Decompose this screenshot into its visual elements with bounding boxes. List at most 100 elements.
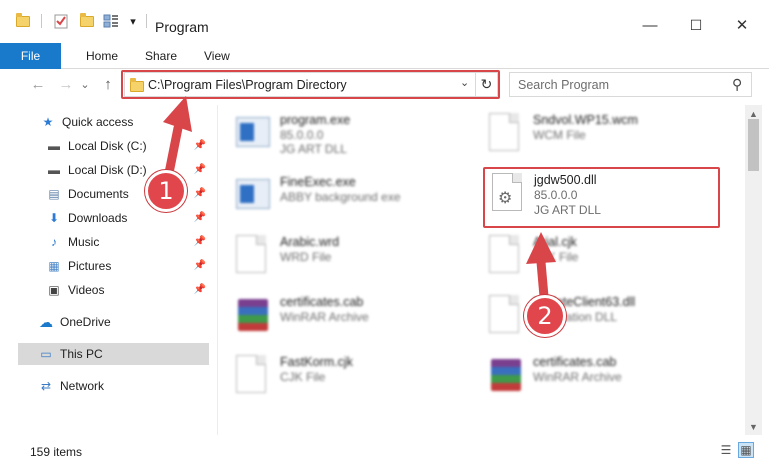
file-tile[interactable]: Arial.cjk CJK File — [471, 229, 711, 281]
item-count: 159 items — [30, 445, 83, 459]
forward-button[interactable]: → — [56, 73, 76, 95]
file-name: certificates.cab — [533, 355, 617, 369]
sidebar-item-label: Quick access — [62, 115, 134, 129]
sidebar-item-this-pc[interactable]: ▭ This PC — [18, 343, 209, 365]
file-tile[interactable]: Sndvol.WP15.wcm WCM File — [471, 107, 711, 159]
details-view-button[interactable]: ☰ — [718, 442, 734, 458]
sidebar-item-label: Documents — [68, 187, 129, 201]
sidebar-item-label: Videos — [68, 283, 105, 297]
search-box[interactable]: Search Program ⚲ — [509, 72, 752, 97]
pin-icon: 📌 — [193, 140, 206, 151]
up-button[interactable]: ↑ — [98, 73, 118, 95]
sidebar-item-label: Pictures — [68, 259, 112, 273]
cloud-icon: ☁ — [39, 313, 53, 330]
pin-icon: 📌 — [193, 284, 206, 295]
sidebar-item-network[interactable]: ⇄ Network — [0, 375, 210, 397]
sidebar-item-quick-access[interactable]: ★ Quick access — [0, 111, 210, 133]
close-button[interactable]: ✕ — [719, 10, 765, 40]
recent-locations-button[interactable]: ⌄ — [78, 73, 92, 95]
pin-icon: 📌 — [193, 212, 206, 223]
pin-icon: 📌 — [193, 188, 206, 199]
file-detail: WCM File — [533, 128, 586, 142]
title-bar: ▾ Program — ☐ ✕ — [0, 0, 769, 40]
file-tile[interactable]: FastKorm.cjk CJK File — [218, 349, 458, 401]
tab-home[interactable]: Home — [86, 49, 118, 63]
ribbon-tabs: File Home Share View — [0, 40, 769, 69]
minimize-button[interactable]: — — [627, 10, 673, 40]
customize-icon[interactable] — [101, 12, 121, 30]
file-detail: JG ART DLL — [280, 142, 347, 156]
file-detail: WinRAR Archive — [280, 310, 369, 324]
address-highlight-box — [121, 70, 500, 99]
maximize-button[interactable]: ☐ — [673, 10, 719, 40]
sidebar-item-local-disk-c[interactable]: ▬ Local Disk (C:) 📌 — [0, 135, 210, 157]
sidebar-item-label: OneDrive — [60, 315, 111, 329]
sidebar-item-label: This PC — [60, 347, 103, 361]
file-tile[interactable]: FineExec.exe ABBY background exe — [218, 169, 458, 221]
file-tile[interactable]: program.exe 85.0.0.0 JG ART DLL — [218, 107, 458, 159]
sidebar-item-label: Local Disk (D:) — [68, 163, 147, 177]
scroll-down-icon[interactable]: ▼ — [745, 418, 762, 435]
vertical-scrollbar[interactable]: ▲ ▼ — [745, 105, 762, 435]
sidebar-item-music[interactable]: ♪ Music 📌 — [0, 231, 210, 253]
sidebar-item-downloads[interactable]: ⬇ Downloads 📌 — [0, 207, 210, 229]
tab-share[interactable]: Share — [145, 49, 177, 63]
new-folder-icon[interactable] — [78, 12, 96, 30]
qa-dropdown-icon[interactable]: ▾ — [127, 12, 139, 30]
navigation-pane: ★ Quick access ▬ Local Disk (C:) 📌 ▬ Loc… — [0, 105, 218, 435]
title-separator — [146, 14, 147, 28]
file-icon — [489, 235, 519, 273]
file-name: FastKorm.cjk — [280, 355, 353, 369]
pictures-icon: ▦ — [48, 259, 60, 273]
file-detail: WinRAR Archive — [533, 370, 622, 384]
sidebar-item-label: Music — [68, 235, 100, 249]
file-icon — [489, 113, 519, 151]
archive-icon — [238, 299, 268, 331]
star-icon: ★ — [42, 115, 54, 129]
documents-icon: ▤ — [48, 187, 60, 201]
status-bar: 159 items ☰ ▦ — [0, 440, 769, 474]
file-highlight-box — [483, 167, 720, 228]
file-detail: 85.0.0.0 — [280, 128, 324, 142]
tab-file[interactable]: File — [0, 43, 61, 69]
file-detail: CJK File — [533, 250, 579, 264]
file-tile[interactable]: certificates.cab WinRAR Archive — [218, 289, 458, 341]
step-badge-1: 1 — [145, 170, 187, 212]
drive-icon: ▬ — [48, 163, 60, 177]
sidebar-item-label: Network — [60, 379, 105, 393]
videos-icon: ▣ — [48, 283, 60, 297]
file-icon — [489, 295, 519, 333]
pin-icon: 📌 — [193, 236, 206, 247]
scroll-thumb[interactable] — [748, 119, 759, 171]
exe-icon — [236, 179, 270, 209]
file-name: Arial.cjk — [533, 235, 577, 249]
sidebar-item-videos[interactable]: ▣ Videos 📌 — [0, 279, 210, 301]
tiles-view-button[interactable]: ▦ — [738, 442, 754, 458]
tab-view[interactable]: View — [204, 49, 230, 63]
search-input[interactable]: Search Program — [518, 78, 609, 92]
file-tile[interactable]: certificates.cab WinRAR Archive — [471, 349, 711, 401]
file-name: Arabic.wrd — [280, 235, 340, 249]
search-icon[interactable]: ⚲ — [732, 76, 742, 93]
sidebar-item-label: Local Disk (C:) — [68, 139, 147, 153]
download-icon: ⬇ — [48, 211, 60, 225]
file-name: Sndvol.WP15.wcm — [533, 113, 638, 127]
sidebar-item-pictures[interactable]: ▦ Pictures 📌 — [0, 255, 210, 277]
archive-icon — [491, 359, 521, 391]
sidebar-item-onedrive[interactable]: ☁ OneDrive — [0, 311, 210, 333]
file-tile[interactable]: Arabic.wrd WRD File — [218, 229, 458, 281]
pin-icon: 📌 — [193, 260, 206, 271]
step-badge-2: 2 — [524, 295, 566, 337]
back-button[interactable]: ← — [28, 73, 48, 95]
window-title: Program — [155, 19, 209, 35]
file-tile[interactable]: UpdateClient63.dll Application DLL — [471, 289, 711, 341]
network-icon: ⇄ — [40, 379, 52, 393]
file-icon — [236, 235, 266, 273]
drive-icon: ▬ — [48, 139, 60, 153]
file-name: FineExec.exe — [280, 175, 356, 189]
properties-icon[interactable] — [52, 12, 70, 30]
folder-icon — [14, 12, 32, 30]
toolbar-separator — [41, 14, 42, 28]
file-name: program.exe — [280, 113, 351, 127]
exe-icon — [236, 117, 270, 147]
